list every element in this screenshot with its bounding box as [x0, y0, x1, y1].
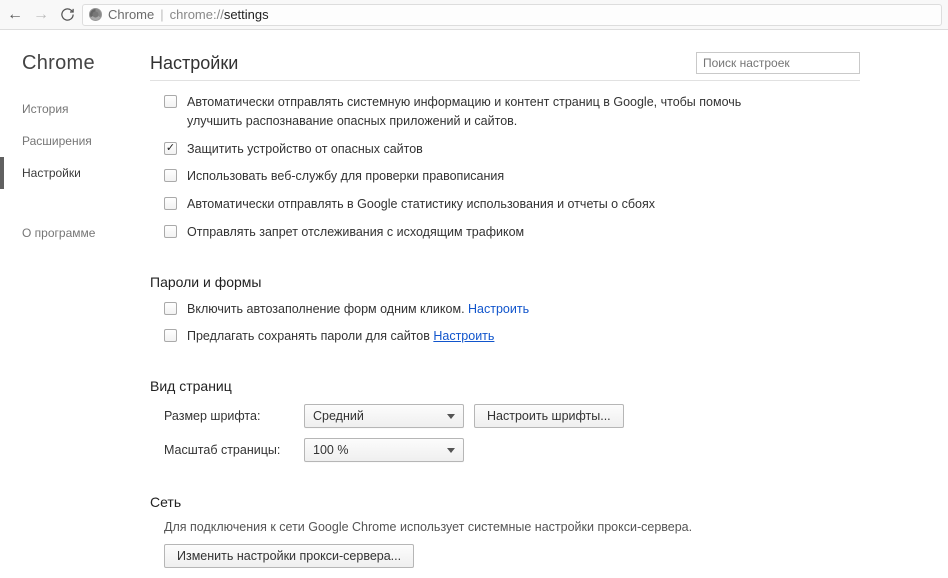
chevron-down-icon	[447, 414, 455, 419]
search-input[interactable]	[696, 52, 860, 74]
zoom-select[interactable]: 100 %	[304, 438, 464, 462]
opt-save-passwords: Предлагать сохранять пароли для сайтов Н…	[187, 327, 494, 346]
section-pageview-title: Вид страниц	[150, 378, 860, 394]
addr-chrome-label: Chrome	[108, 7, 154, 22]
sidebar-item-settings[interactable]: Настройки	[0, 157, 150, 189]
font-size-value: Средний	[313, 409, 364, 423]
browser-toolbar: ← → Chrome | chrome://settings	[0, 0, 948, 30]
link-passwords-configure[interactable]: Настроить	[433, 329, 494, 343]
font-size-select[interactable]: Средний	[304, 404, 464, 428]
url-path: settings	[224, 7, 269, 22]
link-autofill-configure[interactable]: Настроить	[468, 302, 529, 316]
opt-spellcheck: Использовать веб-службу для проверки пра…	[187, 167, 504, 186]
content: Настройки Автоматически отправлять систе…	[150, 52, 920, 578]
chrome-icon	[89, 8, 102, 21]
checkbox-protect-device[interactable]	[164, 142, 177, 155]
section-passwords-title: Пароли и формы	[150, 274, 860, 290]
section-network-title: Сеть	[150, 494, 860, 510]
font-size-label: Размер шрифта:	[164, 409, 294, 423]
chevron-down-icon	[447, 448, 455, 453]
forward-button[interactable]: →	[32, 6, 50, 24]
reload-button[interactable]	[58, 6, 76, 24]
zoom-label: Масштаб страницы:	[164, 443, 294, 457]
sidebar-item-extensions[interactable]: Расширения	[22, 125, 150, 157]
checkbox-spellcheck[interactable]	[164, 169, 177, 182]
checkbox-usage-stats[interactable]	[164, 197, 177, 210]
network-desc: Для подключения к сети Google Chrome исп…	[164, 520, 860, 534]
opt-dnt: Отправлять запрет отслеживания с исходящ…	[187, 223, 524, 242]
zoom-value: 100 %	[313, 443, 348, 457]
addr-separator: |	[160, 7, 163, 22]
checkbox-dnt[interactable]	[164, 225, 177, 238]
brand: Chrome	[22, 52, 150, 75]
opt-send-info: Автоматически отправлять системную инфор…	[187, 93, 747, 131]
checkbox-save-passwords[interactable]	[164, 329, 177, 342]
back-button[interactable]: ←	[6, 6, 24, 24]
opt-usage-stats: Автоматически отправлять в Google статис…	[187, 195, 655, 214]
url-scheme: chrome://	[170, 7, 224, 22]
sidebar: Chrome История Расширения Настройки О пр…	[0, 52, 150, 578]
opt-autofill: Включить автозаполнение форм одним клико…	[187, 300, 529, 319]
page-title: Настройки	[150, 53, 238, 74]
address-bar[interactable]: Chrome | chrome://settings	[82, 4, 942, 26]
checkbox-autofill[interactable]	[164, 302, 177, 315]
configure-fonts-button[interactable]: Настроить шрифты...	[474, 404, 624, 428]
sidebar-item-history[interactable]: История	[22, 93, 150, 125]
sidebar-item-about[interactable]: О программе	[22, 217, 150, 249]
opt-protect-device: Защитить устройство от опасных сайтов	[187, 140, 423, 159]
checkbox-send-info[interactable]	[164, 95, 177, 108]
proxy-settings-button[interactable]: Изменить настройки прокси-сервера...	[164, 544, 414, 568]
